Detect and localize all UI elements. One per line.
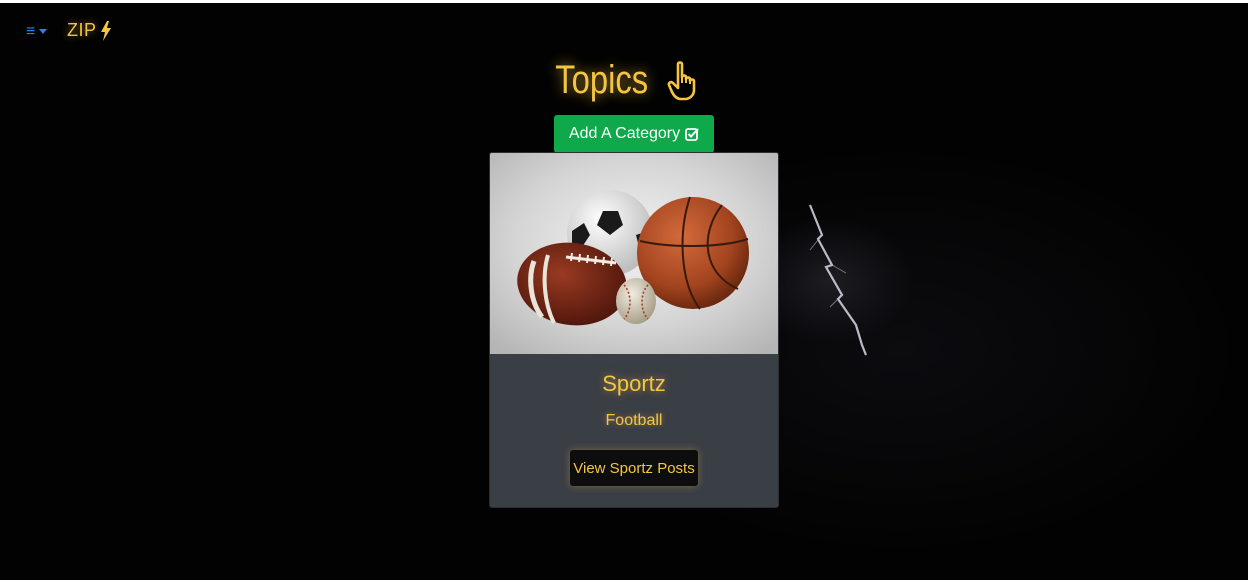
lightning-bolt-icon xyxy=(100,20,111,41)
lightning-background-decoration xyxy=(808,204,868,356)
nav-menu-toggle[interactable]: ≡ xyxy=(26,22,48,42)
page-title: Topics xyxy=(555,58,649,102)
sports-balls-image xyxy=(490,153,778,354)
pointing-hand-icon xyxy=(667,60,695,100)
view-posts-button[interactable]: View Sportz Posts xyxy=(570,450,698,486)
add-category-button[interactable]: Add A Category xyxy=(554,115,714,153)
check-square-icon xyxy=(685,128,699,141)
add-category-label: Add A Category xyxy=(568,125,681,142)
page-heading: Topics xyxy=(0,58,1248,103)
page: ≡ ZIP Topics Add A Category Sportz Footb… xyxy=(0,0,1248,582)
category-card: Sportz Football View Sportz Posts xyxy=(490,153,778,507)
hamburger-icon: ≡ xyxy=(26,23,36,40)
brand-label: ZIP xyxy=(67,20,97,40)
card-title: Sportz xyxy=(602,371,666,396)
brand-link[interactable]: ZIP xyxy=(67,20,112,41)
top-border xyxy=(0,0,1248,3)
caret-down-icon xyxy=(39,28,48,34)
card-subtitle: Football xyxy=(605,412,663,429)
